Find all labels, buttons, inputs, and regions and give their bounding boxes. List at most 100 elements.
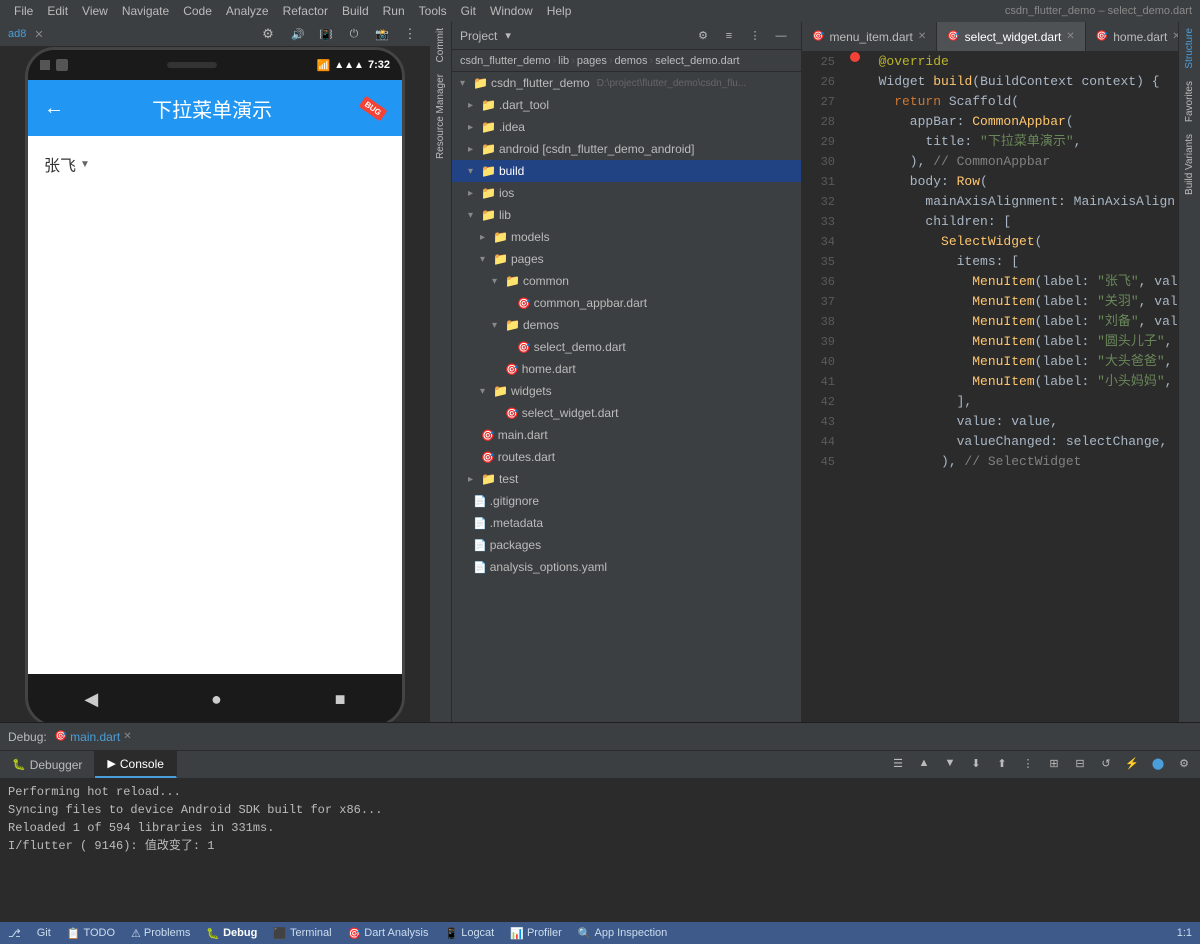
menu-item-view[interactable]: View bbox=[76, 2, 114, 20]
more-icon[interactable]: ⋮ bbox=[398, 22, 422, 46]
debug-file-tab[interactable]: 🎯 main.dart ✕ bbox=[55, 730, 132, 744]
tree-item-android[interactable]: ▸ 📁 android [csdn_flutter_demo_android] bbox=[452, 138, 801, 160]
menu-item-refactor[interactable]: Refactor bbox=[277, 2, 334, 20]
emulator-settings-icon[interactable]: ⚙ bbox=[256, 22, 280, 46]
tree-item-select-demo[interactable]: ▸ 🎯 select_demo.dart bbox=[452, 336, 801, 358]
tree-item-routes[interactable]: ▸ 🎯 routes.dart bbox=[452, 446, 801, 468]
filter-icon[interactable]: ⋮ bbox=[1016, 751, 1040, 775]
nav-back-icon[interactable]: ◀ bbox=[84, 689, 98, 710]
tree-item-home-dart[interactable]: ▸ 🎯 home.dart bbox=[452, 358, 801, 380]
project-collapse-icon[interactable]: ≡ bbox=[717, 24, 741, 48]
scroll-up-icon[interactable]: ▲ bbox=[912, 751, 936, 775]
code-line: 40 MenuItem(label: "大头爸爸", bbox=[802, 352, 1178, 372]
menu-item-navigate[interactable]: Navigate bbox=[116, 2, 175, 20]
tree-item-analysis-options[interactable]: ▸ 📄 analysis_options.yaml bbox=[452, 556, 801, 578]
status-git[interactable]: Git bbox=[37, 927, 51, 939]
settings-console-icon[interactable]: ⚙ bbox=[1172, 751, 1196, 775]
menu-item-code[interactable]: Code bbox=[177, 2, 218, 20]
nav-home-icon[interactable]: ● bbox=[211, 689, 222, 710]
clear-icon[interactable]: ⬆ bbox=[990, 751, 1014, 775]
tree-item-test[interactable]: ▸ 📁 test bbox=[452, 468, 801, 490]
menu-item-analyze[interactable]: Analyze bbox=[220, 2, 275, 20]
debug-file-close[interactable]: ✕ bbox=[123, 731, 131, 742]
menu-item-tools[interactable]: Tools bbox=[413, 2, 453, 20]
tab-select-widget[interactable]: 🎯 select_widget.dart ✕ bbox=[937, 22, 1086, 51]
table-icon[interactable]: ⊞ bbox=[1042, 751, 1066, 775]
tree-item-common[interactable]: ▾ 📁 common bbox=[452, 270, 801, 292]
tree-item-lib[interactable]: ▾ 📁 lib bbox=[452, 204, 801, 226]
favorites-tab[interactable]: Favorites bbox=[1182, 75, 1197, 128]
code-editor[interactable]: 25 @override26 Widget build(BuildContext… bbox=[802, 52, 1178, 722]
breadcrumb-item-1[interactable]: csdn_flutter_demo bbox=[460, 55, 551, 67]
dropdown-row[interactable]: 张飞 ▼ bbox=[44, 152, 386, 176]
back-button[interactable]: ← bbox=[44, 97, 64, 120]
rerun-icon[interactable]: ↺ bbox=[1094, 751, 1118, 775]
tab-home[interactable]: 🎯 home.dart ✕ bbox=[1086, 22, 1178, 51]
breadcrumb-item-4[interactable]: demos bbox=[615, 55, 648, 67]
grid-icon[interactable]: ⊟ bbox=[1068, 751, 1092, 775]
resource-manager-tab[interactable]: Resource Manager bbox=[433, 68, 448, 165]
structure-tab[interactable]: Structure bbox=[1182, 22, 1197, 75]
snapshot-icon[interactable]: 📸 bbox=[370, 22, 394, 46]
project-settings-icon[interactable]: ⚙ bbox=[691, 24, 715, 48]
save-console-icon[interactable]: ⬇ bbox=[964, 751, 988, 775]
tree-item-gitignore[interactable]: ▸ 📄 .gitignore bbox=[452, 490, 801, 512]
breakpoint-icon[interactable] bbox=[850, 52, 860, 62]
tree-label: packages bbox=[490, 538, 541, 552]
volume-icon[interactable]: 🔊 bbox=[286, 22, 310, 46]
vibrate-icon[interactable]: 📳 bbox=[314, 22, 338, 46]
status-app-inspection[interactable]: 🔍 App Inspection bbox=[578, 927, 667, 940]
menu-item-edit[interactable]: Edit bbox=[41, 2, 74, 20]
emulator-close[interactable]: ✕ bbox=[34, 28, 43, 41]
breadcrumb-item-2[interactable]: lib bbox=[558, 55, 569, 67]
nav-recents-icon[interactable]: ■ bbox=[335, 689, 346, 710]
status-problems[interactable]: ⚠ Problems bbox=[131, 927, 190, 940]
tree-item-dart-tool[interactable]: ▸ 📁 .dart_tool bbox=[452, 94, 801, 116]
tree-item-demos[interactable]: ▾ 📁 demos bbox=[452, 314, 801, 336]
tree-item-metadata[interactable]: ▸ 📄 .metadata bbox=[452, 512, 801, 534]
line-content: SelectWidget( bbox=[863, 232, 1178, 252]
tab-menu-item[interactable]: 🎯 menu_item.dart ✕ bbox=[802, 22, 937, 51]
breadcrumb-item-5[interactable]: select_demo.dart bbox=[655, 55, 739, 67]
tree-item-models[interactable]: ▸ 📁 models bbox=[452, 226, 801, 248]
console-menu-icon[interactable]: ☰ bbox=[886, 751, 910, 775]
commit-tab[interactable]: Commit bbox=[433, 22, 448, 68]
menu-item-git[interactable]: Git bbox=[455, 2, 482, 20]
emulator-panel: ad8 ✕ ⚙ 🔊 📳 ⏻ 📸 ⋮ bbox=[0, 22, 430, 722]
tree-item-widgets[interactable]: ▾ 📁 widgets bbox=[452, 380, 801, 402]
build-variants-tab[interactable]: Build Variants bbox=[1182, 128, 1197, 201]
tree-item-pages[interactable]: ▾ 📁 pages bbox=[452, 248, 801, 270]
tab-close-icon[interactable]: ✕ bbox=[1066, 31, 1074, 42]
tree-item-main[interactable]: ▸ 🎯 main.dart bbox=[452, 424, 801, 446]
status-debug[interactable]: 🐛 Debug bbox=[206, 927, 257, 940]
debugger-tab[interactable]: 🐛 Debugger bbox=[0, 751, 95, 778]
status-logcat[interactable]: 📱 Logcat bbox=[445, 927, 495, 940]
tree-item-root[interactable]: ▾ 📁 csdn_flutter_demo D:\project\flutter… bbox=[452, 72, 801, 94]
menu-item-help[interactable]: Help bbox=[541, 2, 578, 20]
power-icon[interactable]: ⏻ bbox=[342, 22, 366, 46]
status-todo[interactable]: 📋 TODO bbox=[67, 927, 115, 940]
breadcrumb-item-3[interactable]: pages bbox=[577, 55, 607, 67]
tree-item-select-widget[interactable]: ▸ 🎯 select_widget.dart bbox=[452, 402, 801, 424]
lightning-icon[interactable]: ⚡ bbox=[1120, 751, 1144, 775]
file-icon: 📄 bbox=[473, 495, 487, 508]
record-icon[interactable]: ⬤ bbox=[1146, 751, 1170, 775]
menu-item-file[interactable]: File bbox=[8, 2, 39, 20]
tree-item-packages[interactable]: ▸ 📄 packages bbox=[452, 534, 801, 556]
tree-item-build[interactable]: ▾ 📁 build bbox=[452, 160, 801, 182]
status-profiler[interactable]: 📊 Profiler bbox=[510, 927, 562, 940]
status-dart-analysis[interactable]: 🎯 Dart Analysis bbox=[348, 927, 429, 940]
project-more-icon[interactable]: ⋮ bbox=[743, 24, 767, 48]
project-dropdown-arrow[interactable]: ▾ bbox=[505, 29, 511, 42]
project-close-icon[interactable]: — bbox=[769, 24, 793, 48]
tree-item-common-appbar[interactable]: ▸ 🎯 common_appbar.dart bbox=[452, 292, 801, 314]
tree-item-ios[interactable]: ▸ 📁 ios bbox=[452, 182, 801, 204]
menu-item-build[interactable]: Build bbox=[336, 2, 375, 20]
console-tab[interactable]: ▶ Console bbox=[95, 751, 177, 778]
scroll-down-icon[interactable]: ▼ bbox=[938, 751, 962, 775]
menu-item-run[interactable]: Run bbox=[377, 2, 411, 20]
tree-item-idea[interactable]: ▸ 📁 .idea bbox=[452, 116, 801, 138]
tab-close-icon[interactable]: ✕ bbox=[918, 31, 926, 42]
status-terminal[interactable]: ⬛ Terminal bbox=[273, 927, 331, 940]
menu-item-window[interactable]: Window bbox=[484, 2, 539, 20]
